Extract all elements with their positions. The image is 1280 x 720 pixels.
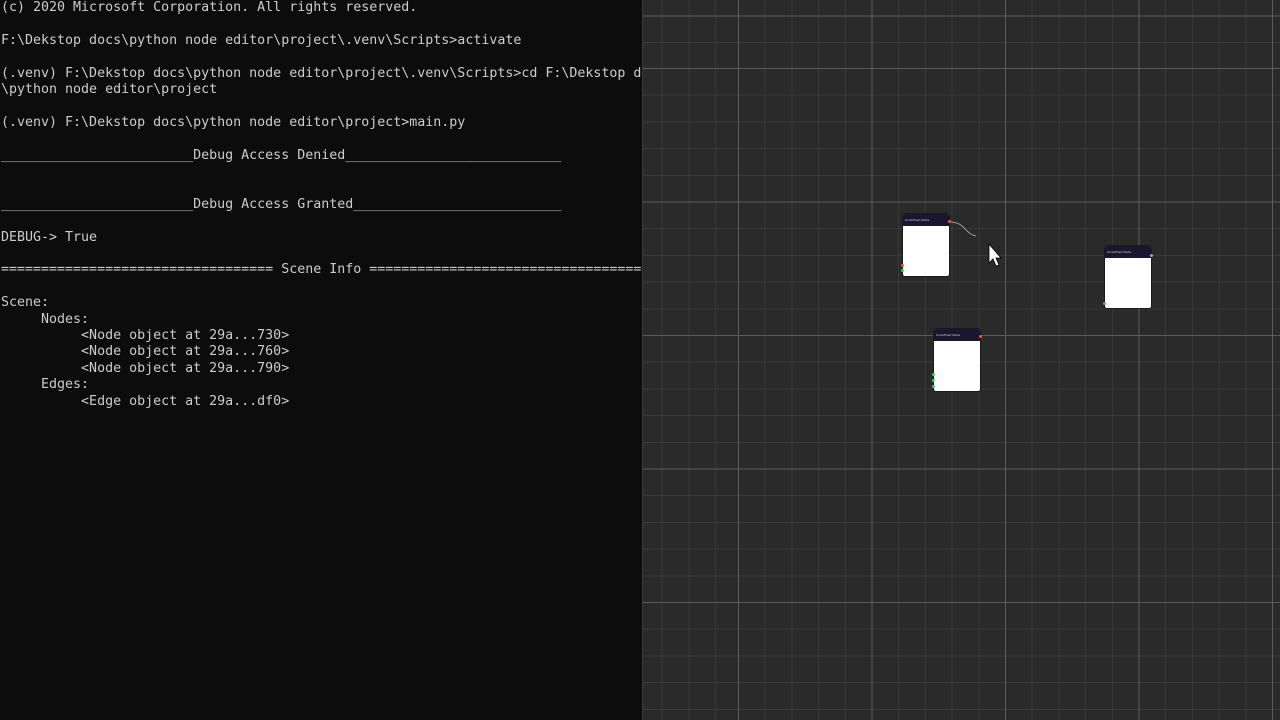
node-title: Undefined Node	[1105, 246, 1151, 258]
terminal-line: Scene:	[1, 295, 50, 311]
input-socket[interactable]	[932, 385, 935, 388]
node-2[interactable]: Undefined Node	[1103, 246, 1153, 308]
input-socket[interactable]	[932, 379, 935, 382]
node-1[interactable]: Undefined Node	[901, 214, 951, 276]
terminal-line: <Node object at 29a...730>	[1, 328, 290, 343]
terminal-line: ________________________Debug Access Gra…	[1, 196, 562, 212]
output-socket[interactable]	[948, 220, 951, 223]
terminal-line: ________________________Debug Access Den…	[1, 147, 562, 163]
input-socket[interactable]	[901, 264, 904, 267]
node-3[interactable]: Undefined Node	[932, 329, 982, 391]
terminal-window[interactable]: (c) 2020 Microsoft Corporation. All righ…	[0, 0, 642, 720]
input-socket[interactable]	[1103, 302, 1106, 305]
terminal-line: Nodes:	[1, 311, 90, 327]
terminal-line: ================================== Scene…	[1, 262, 642, 278]
node-content	[936, 342, 956, 346]
node-content	[1107, 259, 1127, 263]
terminal-line: <Node object at 29a...760>	[1, 344, 290, 360]
terminal-line: F:\Dekstop docs\python node editor\proje…	[1, 32, 522, 48]
output-socket[interactable]	[979, 335, 982, 338]
terminal-line: <Node object at 29a...790>	[1, 360, 290, 376]
node-title: Undefined Node	[903, 214, 949, 226]
terminal-line: (c) 2020 Microsoft Corporation. All righ…	[1, 0, 418, 15]
terminal-line: (.venv) F:\Dekstop docs\python node edit…	[1, 65, 642, 81]
edge[interactable]	[949, 221, 977, 237]
terminal-line: DEBUG-> True	[1, 229, 98, 245]
mouse-cursor-icon	[988, 242, 1002, 267]
input-socket[interactable]	[932, 373, 935, 376]
input-socket[interactable]	[901, 269, 904, 272]
terminal-line: Edges:	[1, 377, 90, 393]
node-title: Undefined Node	[934, 329, 980, 341]
node-editor-canvas[interactable]: Undefined Node Undefined Node Undefined …	[643, 0, 1280, 720]
output-socket[interactable]	[1150, 254, 1153, 257]
terminal-line: <Edge object at 29a...df0>	[1, 393, 290, 409]
terminal-line: \python node editor\project	[1, 82, 218, 97]
node-content	[905, 227, 925, 231]
terminal-line: (.venv) F:\Dekstop docs\python node edit…	[1, 114, 466, 130]
